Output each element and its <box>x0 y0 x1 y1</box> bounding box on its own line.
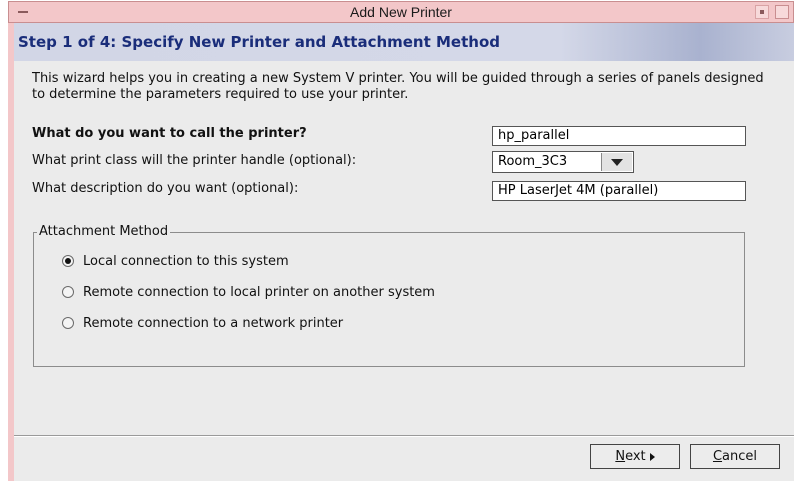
radio-label: Remote connection to a network printer <box>83 315 344 331</box>
radio-label: Remote connection to local printer on an… <box>83 284 435 300</box>
radio-label: Local connection to this system <box>83 253 289 269</box>
dropdown-arrow-icon <box>611 158 623 166</box>
print-class-value: Room_3C3 <box>498 154 568 169</box>
minimize-icon[interactable] <box>755 5 769 19</box>
print-class-combo[interactable]: Room_3C3 <box>492 151 634 173</box>
cancel-mnemonic: C <box>712 449 723 464</box>
next-arrow-icon <box>649 452 655 461</box>
attachment-method-title: Attachment Method <box>37 224 171 239</box>
intro-text: This wizard helps you in creating a new … <box>32 71 764 102</box>
step-banner: Step 1 of 4: Specify New Printer and Att… <box>14 23 794 61</box>
next-button[interactable]: Next <box>590 444 680 469</box>
next-label: ext <box>625 449 646 464</box>
add-printer-window: Add New Printer Step 1 of 4: Specify New… <box>0 0 794 481</box>
radio-button[interactable] <box>62 286 74 298</box>
radio-remote-local-printer[interactable]: Remote connection to local printer on an… <box>62 283 435 301</box>
description-field[interactable]: HP LaserJet 4M (parallel) <box>492 181 746 201</box>
cancel-label: ancel <box>722 449 758 464</box>
printer-name-label: What do you want to call the printer? <box>32 126 307 141</box>
radio-network-printer[interactable]: Remote connection to a network printer <box>62 314 343 332</box>
button-separator-highlight <box>14 436 794 437</box>
dropdown-button[interactable] <box>601 153 632 171</box>
wizard-panel: Step 1 of 4: Specify New Printer and Att… <box>14 23 794 481</box>
maximize-icon[interactable] <box>775 5 789 19</box>
title-bar[interactable]: Add New Printer <box>8 1 794 23</box>
window-title: Add New Printer <box>350 4 452 20</box>
print-class-label: What print class will the printer handle… <box>32 153 357 168</box>
description-label: What description do you want (optional): <box>32 181 299 196</box>
cancel-button[interactable]: Cancel <box>690 444 780 469</box>
step-heading: Step 1 of 4: Specify New Printer and Att… <box>18 33 500 51</box>
radio-local-connection[interactable]: Local connection to this system <box>62 252 289 270</box>
next-mnemonic: N <box>615 449 626 464</box>
printer-name-field[interactable]: hp_parallel <box>492 126 746 146</box>
radio-button-selected[interactable] <box>62 255 74 267</box>
radio-button[interactable] <box>62 317 74 329</box>
